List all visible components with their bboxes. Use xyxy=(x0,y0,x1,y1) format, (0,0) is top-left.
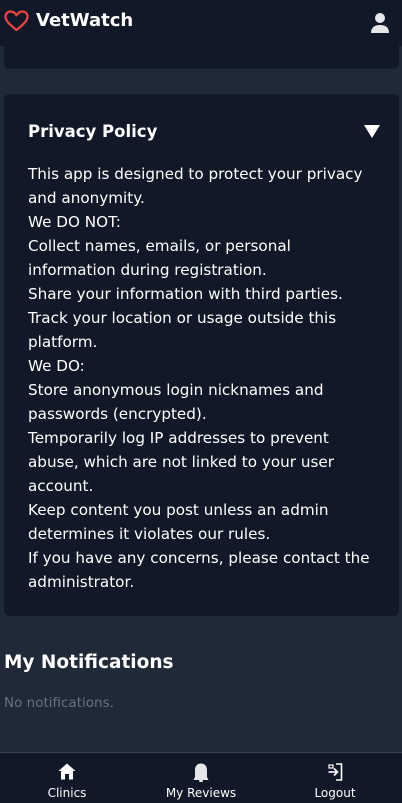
policy-line: Temporarily log IP addresses to prevent … xyxy=(28,429,334,495)
nav-my-reviews[interactable]: My Reviews xyxy=(134,753,268,803)
policy-line: Share your information with third partie… xyxy=(28,285,343,303)
home-icon xyxy=(58,763,76,780)
user-profile-icon[interactable] xyxy=(370,12,390,34)
policy-line: We DO NOT: xyxy=(28,213,121,231)
nav-logout[interactable]: Logout xyxy=(268,753,402,803)
privacy-policy-title: Privacy Policy xyxy=(28,122,158,141)
brand[interactable]: VetWatch xyxy=(4,10,133,32)
policy-line: Track your location or usage outside thi… xyxy=(28,309,337,351)
privacy-policy-body: This app is designed to protect your pri… xyxy=(28,162,382,594)
notifications-heading: My Notifications xyxy=(4,652,174,673)
bell-icon xyxy=(193,763,209,782)
heart-icon xyxy=(4,10,29,32)
bottom-nav: Clinics My Reviews Logout xyxy=(0,752,402,803)
policy-line: Collect names, emails, or personal infor… xyxy=(28,237,291,279)
logout-icon xyxy=(328,763,343,781)
privacy-policy-header[interactable]: Privacy Policy xyxy=(28,120,380,144)
app-title: VetWatch xyxy=(36,10,134,31)
collapse-triangle-icon[interactable] xyxy=(364,124,380,139)
privacy-policy-card: Privacy Policy This app is designed to p… xyxy=(4,94,399,616)
policy-line: We DO: xyxy=(28,357,85,375)
nav-logout-label: Logout xyxy=(314,786,356,800)
policy-line: Keep content you post unless an admin de… xyxy=(28,501,329,543)
app-screen: VetWatch Privacy Policy This app is desi… xyxy=(0,0,402,803)
nav-clinics-label: Clinics xyxy=(47,786,87,800)
policy-line: This app is designed to protect your pri… xyxy=(28,165,363,207)
nav-my-reviews-label: My Reviews xyxy=(165,786,237,800)
nav-clinics[interactable]: Clinics xyxy=(0,753,134,803)
notifications-empty-text: No notifications. xyxy=(4,695,114,711)
policy-line: Store anonymous login nicknames and pass… xyxy=(28,381,324,423)
policy-line: If you have any concerns, please contact… xyxy=(28,549,370,591)
app-header: VetWatch xyxy=(0,0,402,46)
